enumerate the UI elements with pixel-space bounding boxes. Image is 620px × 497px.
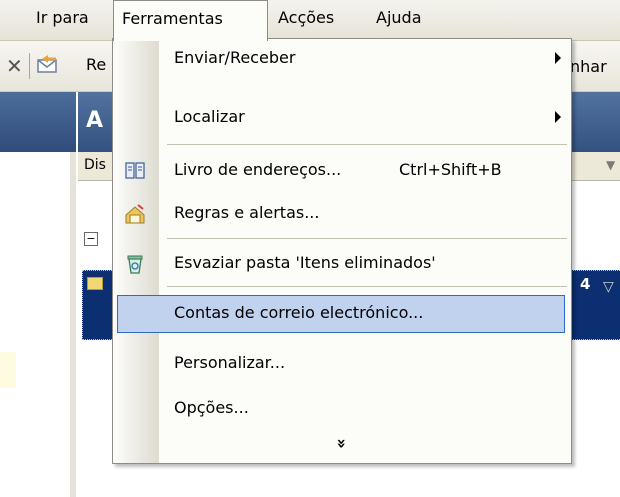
expand-menu-icon[interactable]: » (333, 434, 352, 454)
column-sort-icon[interactable]: ▼ (606, 158, 615, 172)
menu-item-label: Regras e alertas... (174, 203, 320, 222)
group-collapse-icon[interactable]: − (84, 232, 98, 246)
row-count: 4 (580, 275, 591, 293)
menu-bar: Ir para Ferramentas Acções Ajuda (0, 0, 620, 41)
delete-icon[interactable]: ✕ (6, 54, 23, 78)
menu-item-localizar[interactable]: Localizar (113, 98, 571, 138)
reply-icon[interactable] (36, 54, 60, 80)
menu-item-label: Contas de correio electrónico... (174, 303, 424, 322)
menu-item-livro-enderecos[interactable]: Livro de endereços... Ctrl+Shift+B (113, 151, 571, 191)
menu-item-personalizar[interactable]: Personalizar... (113, 344, 571, 384)
navigation-highlight (0, 352, 16, 388)
menu-item-label: Enviar/Receber (174, 48, 296, 67)
menu-ajuda[interactable]: Ajuda (368, 0, 430, 38)
flag-icon[interactable]: ▽ (603, 279, 614, 295)
folder-title: A (86, 108, 104, 133)
rules-alerts-icon (124, 203, 146, 225)
navigation-pane-splitter[interactable] (70, 152, 76, 497)
menu-item-label: Personalizar... (174, 353, 286, 372)
navigation-pane-header (0, 92, 76, 152)
menu-ir-para[interactable]: Ir para (28, 0, 97, 38)
menu-separator (167, 286, 567, 287)
menu-item-shortcut: Ctrl+Shift+B (399, 160, 502, 179)
menu-item-label: Localizar (174, 107, 245, 126)
menu-item-label: Opções... (174, 398, 249, 417)
ferramentas-dropdown-menu: Enviar/Receber Localizar Livro de endere… (112, 38, 572, 464)
navigation-pane (0, 92, 76, 497)
menu-item-regras-alertas[interactable]: Regras e alertas... (113, 194, 571, 234)
menu-item-opcoes[interactable]: Opções... (113, 389, 571, 429)
menu-separator (167, 144, 567, 145)
menu-accoes[interactable]: Acções (270, 0, 342, 38)
empty-trash-icon (124, 253, 146, 275)
column-header-label[interactable]: Dis (84, 157, 106, 173)
menu-item-label: Livro de endereços... (174, 160, 342, 179)
reply-button[interactable]: Re (86, 55, 106, 74)
menu-item-esvaziar-pasta[interactable]: Esvaziar pasta 'Itens eliminados' (113, 244, 571, 284)
menu-ferramentas[interactable]: Ferramentas (113, 0, 268, 41)
menu-separator (167, 238, 567, 239)
toolbar-button-partial[interactable]: nhar (570, 57, 607, 76)
menu-item-label: Esvaziar pasta 'Itens eliminados' (174, 253, 436, 272)
envelope-icon (87, 277, 103, 290)
submenu-arrow-icon (555, 111, 561, 123)
toolbar-separator (29, 53, 30, 79)
submenu-arrow-icon (555, 52, 561, 64)
address-book-icon (124, 160, 146, 182)
menu-item-enviar-receber[interactable]: Enviar/Receber (113, 39, 571, 79)
menu-item-contas-correio[interactable]: Contas de correio electrónico... (113, 294, 571, 334)
